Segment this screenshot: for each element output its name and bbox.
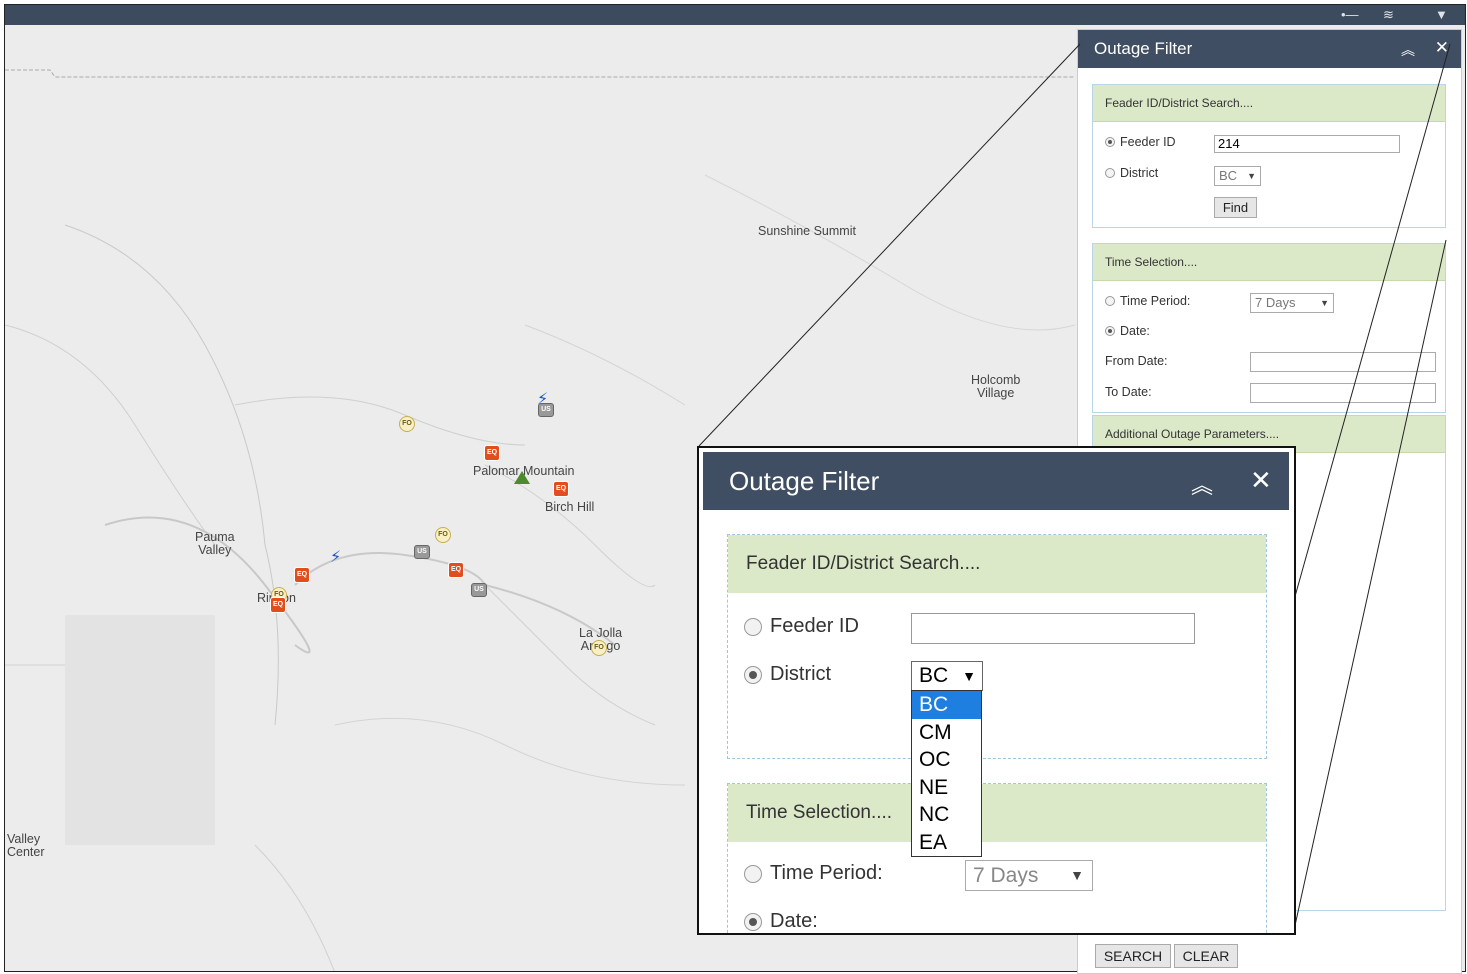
feeder-id-input[interactable]: 214 <box>1214 135 1400 153</box>
to-date-label: To Date: <box>1105 385 1152 399</box>
district-option-item[interactable]: OC <box>912 746 981 774</box>
zoom-time-selection-section: Time Selection.... Time Period: 7 Days ▼… <box>727 783 1267 933</box>
fo-marker-icon[interactable]: FO <box>399 416 415 432</box>
radio-button[interactable] <box>744 864 762 883</box>
section-header: Time Selection.... <box>728 784 1266 842</box>
district-option[interactable]: District <box>744 663 831 686</box>
time-period-select[interactable]: 7 Days ▼ <box>1250 293 1334 313</box>
eq-marker-icon[interactable]: EQ <box>553 481 569 497</box>
collapse-icon[interactable]: ︽ <box>1401 40 1415 60</box>
zoomed-filter-inset: Outage Filter ︽ ✕ Feader ID/District Sea… <box>697 446 1296 935</box>
date-option[interactable]: Date: <box>744 910 818 933</box>
filter-icon[interactable]: ▼ <box>1435 7 1448 22</box>
district-label: District <box>770 663 832 685</box>
time-period-value: 7 Days <box>973 864 1039 887</box>
district-option[interactable]: District <box>1105 166 1158 180</box>
dropdown-arrow-icon: ▼ <box>962 668 976 684</box>
clear-button[interactable]: CLEAR <box>1174 944 1238 968</box>
place-label: Pauma Valley <box>195 530 235 557</box>
date-option[interactable]: Date: <box>1105 324 1150 338</box>
time-period-select[interactable]: 7 Days ▼ <box>965 860 1093 891</box>
eq-marker-icon[interactable]: EQ <box>294 567 310 583</box>
date-label: Date: <box>1120 324 1150 338</box>
lightning-icon[interactable]: ⚡ <box>330 547 341 567</box>
section-header: Feader ID/District Search.... <box>1093 85 1445 122</box>
district-label: District <box>1120 166 1159 180</box>
district-dropdown-list: BC CM OC NE NC EA <box>911 690 982 857</box>
radio-button[interactable] <box>1105 168 1115 178</box>
zoom-panel-header: Outage Filter ︽ ✕ <box>703 452 1289 510</box>
highway-shield-icon: US <box>471 583 487 597</box>
eq-marker-icon[interactable]: EQ <box>270 597 286 613</box>
radio-button[interactable] <box>1105 326 1115 336</box>
legend-icon[interactable]: •— <box>1341 7 1359 22</box>
top-toolbar: •— ≋ ▼ <box>5 5 1465 25</box>
district-select-value: BC <box>919 664 949 687</box>
district-select-value: BC <box>1219 168 1238 183</box>
district-option-item[interactable]: NC <box>912 801 981 829</box>
place-label: Valley Center <box>7 832 45 859</box>
to-date-input[interactable] <box>1250 383 1436 403</box>
panel-title: Outage Filter <box>1094 39 1193 58</box>
dropdown-arrow-icon: ▼ <box>1247 171 1256 181</box>
close-icon[interactable]: ✕ <box>1250 465 1272 496</box>
collapse-icon[interactable]: ︽ <box>1191 468 1213 500</box>
find-button[interactable]: Find <box>1214 197 1257 218</box>
layers-icon[interactable]: ≋ <box>1383 7 1394 23</box>
dropdown-arrow-icon: ▼ <box>1070 867 1084 883</box>
dropdown-arrow-icon: ▼ <box>1320 298 1329 308</box>
panel-header: Outage Filter ︽ ✕ <box>1078 30 1461 68</box>
radio-button[interactable] <box>744 665 762 684</box>
place-label: Sunshine Summit <box>758 224 856 238</box>
zoom-panel-title: Outage Filter <box>729 466 880 496</box>
highway-shield-icon: US <box>414 545 430 559</box>
district-select[interactable]: BC ▼ <box>1214 166 1261 186</box>
place-label: Holcomb Village <box>971 373 1021 400</box>
section-header: Time Selection.... <box>1093 244 1445 281</box>
from-date-input[interactable] <box>1250 352 1436 372</box>
radio-button[interactable] <box>1105 296 1115 306</box>
time-period-option[interactable]: Time Period: <box>1105 294 1190 308</box>
time-period-value: 7 Days <box>1255 295 1296 310</box>
eq-marker-icon[interactable]: EQ <box>484 445 500 461</box>
place-label: Birch Hill <box>545 500 595 514</box>
eq-marker-icon[interactable]: EQ <box>448 562 464 578</box>
feeder-id-option[interactable]: Feeder ID <box>1105 135 1176 149</box>
time-period-label: Time Period: <box>770 862 883 884</box>
fo-marker-icon[interactable]: FO <box>435 527 451 543</box>
district-select[interactable]: BC ▼ <box>911 661 983 691</box>
feeder-id-option[interactable]: Feeder ID <box>744 615 859 638</box>
district-option-item[interactable]: CM <box>912 719 981 747</box>
from-date-label: From Date: <box>1105 354 1168 368</box>
peak-icon <box>514 471 530 484</box>
radio-button[interactable] <box>744 617 762 636</box>
feeder-id-label: Feeder ID <box>770 615 859 637</box>
feeder-id-input[interactable] <box>911 613 1195 644</box>
zoom-feeder-district-section: Feader ID/District Search.... Feeder ID … <box>727 534 1267 759</box>
section-header: Feader ID/District Search.... <box>728 535 1266 593</box>
fo-marker-icon[interactable]: FO <box>591 640 607 656</box>
district-option-item[interactable]: NE <box>912 774 981 802</box>
time-period-label: Time Period: <box>1120 294 1191 308</box>
district-option-item[interactable]: EA <box>912 829 981 857</box>
date-label: Date: <box>770 910 818 932</box>
time-period-option[interactable]: Time Period: <box>744 862 883 885</box>
highway-shield-icon: US <box>538 403 554 417</box>
time-selection-section: Time Selection.... Time Period: 7 Days ▼… <box>1092 243 1446 413</box>
district-option-item[interactable]: BC <box>912 691 981 719</box>
radio-button[interactable] <box>1105 137 1115 147</box>
feeder-district-section: Feader ID/District Search.... Feeder ID … <box>1092 84 1446 228</box>
search-button[interactable]: SEARCH <box>1095 944 1171 968</box>
radio-button[interactable] <box>744 912 762 931</box>
feeder-id-label: Feeder ID <box>1120 135 1176 149</box>
close-icon[interactable]: ✕ <box>1435 38 1449 58</box>
